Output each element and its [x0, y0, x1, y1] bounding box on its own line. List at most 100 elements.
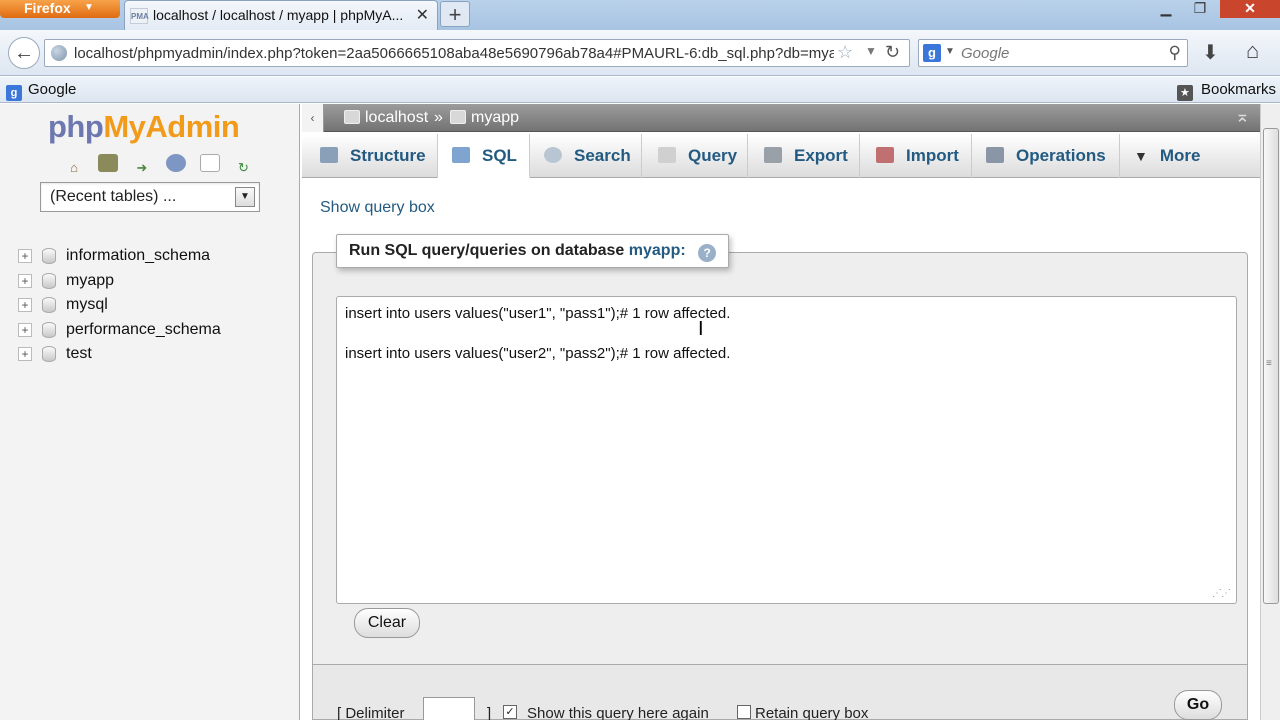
- vertical-scrollbar[interactable]: ≡: [1260, 104, 1280, 720]
- site-identity-icon[interactable]: [51, 45, 67, 61]
- sql-query-legend: Run SQL query/queries on database myapp:…: [336, 234, 730, 268]
- search-engine-dropdown-icon[interactable]: ▼: [945, 46, 955, 57]
- expand-plus-icon[interactable]: +: [18, 347, 32, 361]
- bookmark-star-icon[interactable]: ☆: [837, 42, 853, 63]
- database-tree: + information_schema + myapp + mysql + p…: [16, 246, 221, 369]
- query-window-icon[interactable]: ➜: [132, 159, 152, 177]
- expand-plus-icon[interactable]: +: [18, 273, 32, 288]
- home-icon[interactable]: ⌂: [1246, 38, 1259, 64]
- maximize-window-button[interactable]: ❐: [1182, 0, 1218, 18]
- server-icon: [344, 110, 360, 124]
- maximize-panel-icon[interactable]: ⌅: [1235, 106, 1250, 127]
- database-name[interactable]: test: [66, 345, 92, 362]
- navigation-panel: phpMyAdmin ⌂ ➜ ↻ (Recent tables) ... ▼ +…: [0, 104, 300, 720]
- bookmarks-menu-button[interactable]: ★ Bookmarks: [1176, 81, 1276, 101]
- search-bar[interactable]: g ▼ Google ⚲: [918, 39, 1188, 67]
- breadcrumb-server[interactable]: localhost: [344, 109, 428, 127]
- search-icon: [544, 147, 562, 163]
- database-icon: [42, 272, 56, 289]
- search-placeholder[interactable]: Google: [961, 45, 1009, 62]
- url-text[interactable]: localhost/phpmyadmin/index.php?token=2aa…: [74, 45, 834, 62]
- go-button[interactable]: Go: [1174, 690, 1222, 720]
- tab-export[interactable]: Export: [748, 134, 860, 178]
- show-query-again-checkbox[interactable]: ✓: [503, 705, 517, 719]
- database-name[interactable]: performance_schema: [66, 321, 221, 338]
- text-cursor-icon: I: [698, 318, 704, 340]
- help-icon[interactable]: ?: [698, 244, 717, 262]
- reload-icon[interactable]: ↻: [885, 42, 900, 63]
- database-item[interactable]: + myapp: [16, 271, 221, 296]
- breadcrumb-database[interactable]: myapp: [450, 109, 519, 127]
- navigation-bar: ← localhost/phpmyadmin/index.php?token=2…: [0, 30, 1280, 76]
- bookmarks-label: Bookmarks: [1200, 81, 1276, 98]
- google-icon: g: [6, 85, 22, 101]
- tab-import[interactable]: Import: [860, 134, 972, 178]
- show-query-box-link[interactable]: Show query box: [320, 199, 435, 217]
- bookmarks-toolbar: g Google ★ Bookmarks: [0, 77, 1280, 103]
- recent-tables-select[interactable]: (Recent tables) ... ▼: [40, 182, 260, 212]
- database-name[interactable]: information_schema: [66, 247, 210, 264]
- tab-bar: Structure SQL Search Query Export Import…: [302, 134, 1260, 178]
- browser-tab[interactable]: PMA localhost / localhost / myapp | phpM…: [124, 0, 438, 30]
- logo-myadmin: MyAdmin: [103, 109, 240, 144]
- database-name[interactable]: myapp: [66, 272, 114, 289]
- google-search-engine-icon[interactable]: g: [923, 44, 941, 62]
- structure-icon: [320, 147, 338, 163]
- more-icon: ▼: [1134, 148, 1148, 164]
- database-item[interactable]: + mysql: [16, 295, 221, 320]
- close-tab-icon[interactable]: ✕: [416, 5, 429, 25]
- home-icon[interactable]: ⌂: [64, 159, 84, 177]
- logout-icon[interactable]: [97, 154, 118, 172]
- database-item[interactable]: + information_schema: [16, 246, 221, 271]
- database-item[interactable]: + test: [16, 344, 221, 369]
- delimiter-input[interactable]: [423, 697, 475, 720]
- new-tab-button[interactable]: +: [440, 1, 470, 27]
- firefox-menu-button[interactable]: Firefox ▼: [0, 0, 120, 18]
- url-bar[interactable]: localhost/phpmyadmin/index.php?token=2aa…: [44, 39, 910, 67]
- expand-plus-icon[interactable]: +: [18, 322, 32, 337]
- tab-label: Export: [794, 146, 848, 165]
- retain-query-box-checkbox[interactable]: [737, 705, 751, 719]
- bookmark-google[interactable]: g Google: [6, 81, 76, 101]
- database-item[interactable]: + performance_schema: [16, 320, 221, 345]
- database-name[interactable]: mysql: [66, 296, 108, 313]
- firefox-menu-label: Firefox: [24, 0, 71, 16]
- clear-button[interactable]: Clear: [354, 608, 420, 638]
- legend-database-link[interactable]: myapp:: [629, 242, 686, 259]
- tab-operations[interactable]: Operations: [972, 134, 1120, 178]
- close-window-button[interactable]: ✕: [1220, 0, 1280, 18]
- quick-links: ⌂ ➜ ↻: [64, 154, 263, 176]
- back-button[interactable]: ←: [8, 37, 40, 69]
- download-icon[interactable]: ⬇: [1202, 40, 1219, 65]
- expand-plus-icon[interactable]: +: [18, 249, 32, 263]
- magnifier-icon[interactable]: ⚲: [1169, 43, 1181, 63]
- tab-search[interactable]: Search: [530, 134, 642, 178]
- query-icon: [658, 147, 676, 163]
- docs-page-icon[interactable]: [199, 154, 220, 172]
- reload-navigation-icon[interactable]: ↻: [233, 159, 253, 177]
- show-query-again-label: Show this query here again: [527, 705, 709, 720]
- tab-query[interactable]: Query: [642, 134, 748, 178]
- breadcrumb-server-label: localhost: [365, 109, 429, 126]
- tab-more[interactable]: ▼ More: [1120, 134, 1230, 178]
- tab-sql[interactable]: SQL: [438, 134, 530, 178]
- sql-query-textarea[interactable]: insert into users values("user1", "pass1…: [336, 296, 1237, 604]
- retain-query-box-label: Retain query box: [755, 705, 869, 720]
- sql-line: insert into users values("user1", "pass1…: [345, 305, 731, 322]
- tab-label: Import: [906, 146, 959, 165]
- documentation-icon[interactable]: [165, 154, 186, 172]
- tab-label: SQL: [482, 146, 517, 165]
- logo-php: php: [48, 109, 104, 144]
- url-dropdown-icon[interactable]: ▼: [865, 44, 877, 58]
- breadcrumb-database-label: myapp: [471, 109, 520, 126]
- tab-label: Structure: [350, 146, 426, 165]
- legend-text: Run SQL query/queries on database: [349, 242, 625, 259]
- phpmyadmin-logo[interactable]: phpMyAdmin: [48, 109, 240, 145]
- resize-grip-icon[interactable]: ⋰⋰: [1212, 588, 1231, 599]
- expand-plus-icon[interactable]: +: [18, 298, 32, 312]
- minimize-window-button[interactable]: ▁: [1148, 0, 1184, 18]
- chevron-down-icon[interactable]: ▼: [235, 187, 255, 207]
- tab-structure[interactable]: Structure: [302, 134, 438, 178]
- collapse-navigation-icon[interactable]: ‹: [302, 104, 324, 132]
- import-icon: [876, 147, 894, 163]
